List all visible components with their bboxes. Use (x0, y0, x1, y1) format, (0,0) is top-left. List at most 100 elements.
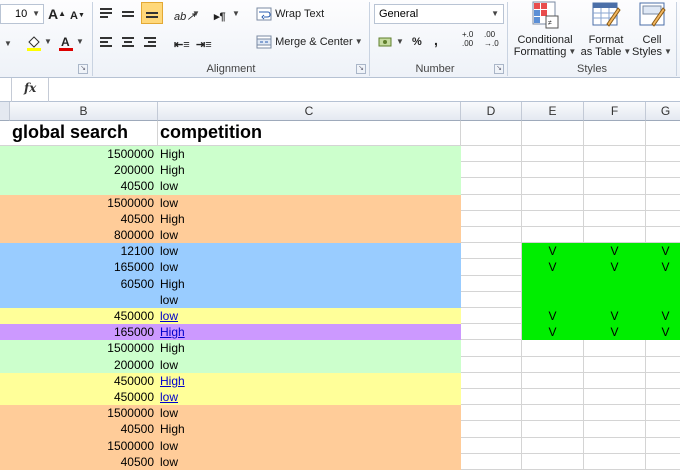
align-center-icon[interactable] (120, 32, 136, 52)
competition-cell[interactable]: low (158, 291, 461, 308)
check-cell-e[interactable] (522, 178, 584, 195)
cell-d[interactable] (461, 340, 522, 357)
global-search-cell[interactable]: 40500 (0, 210, 158, 227)
check-cell-f[interactable]: V (584, 308, 646, 325)
font-size-box[interactable]: 10 ▼ (0, 4, 44, 24)
check-cell-f[interactable] (584, 210, 646, 227)
global-search-cell[interactable]: 40500 (0, 421, 158, 438)
decrease-decimal-button[interactable]: .00 →.0 (484, 30, 499, 50)
competition-cell[interactable]: low (158, 194, 461, 211)
check-cell-e[interactable] (522, 389, 584, 406)
check-cell-g[interactable] (646, 178, 680, 195)
increase-decimal-button[interactable]: +.0 .00 (462, 30, 473, 50)
check-cell-e[interactable] (522, 437, 584, 454)
global-search-cell[interactable]: 450000 (0, 372, 158, 389)
chevron-down-icon[interactable]: ▼ (44, 37, 52, 46)
conditional-formatting-button[interactable]: ≠ Conditional Formatting ▼ (512, 0, 578, 62)
name-box[interactable] (0, 78, 12, 102)
paragraph-direction-button[interactable]: ▸¶ ▼ (214, 4, 240, 24)
global-search-cell[interactable]: 60500 (0, 275, 158, 292)
competition-value[interactable]: low (160, 309, 178, 323)
cell-d[interactable] (461, 291, 522, 308)
cell-styles-button[interactable]: Cell Styles ▼ (632, 0, 672, 62)
competition-cell[interactable]: High (158, 162, 461, 179)
cell-d[interactable] (461, 405, 522, 422)
comma-style-button[interactable]: , (434, 30, 438, 50)
formula-input[interactable] (48, 78, 680, 102)
check-cell-f[interactable] (584, 194, 646, 211)
global-search-cell[interactable]: 1500000 (0, 194, 158, 211)
check-cell-e[interactable]: V (522, 243, 584, 260)
global-search-cell[interactable]: 800000 (0, 227, 158, 244)
cell-d[interactable] (461, 178, 522, 195)
check-cell-e[interactable] (522, 210, 584, 227)
grow-font-icon[interactable]: A▲ (48, 4, 66, 24)
check-cell-g[interactable]: V (646, 324, 680, 341)
check-cell-e[interactable] (522, 162, 584, 179)
competition-value[interactable]: High (160, 325, 185, 339)
check-cell-f[interactable] (584, 405, 646, 422)
check-cell-g[interactable] (646, 275, 680, 292)
check-cell-e[interactable] (522, 405, 584, 422)
cell-e[interactable] (522, 121, 584, 146)
check-cell-g[interactable] (646, 146, 680, 163)
check-cell-f[interactable] (584, 340, 646, 357)
competition-cell[interactable]: low (158, 178, 461, 195)
competition-cell[interactable]: low (158, 405, 461, 422)
check-cell-e[interactable] (522, 356, 584, 373)
increase-indent-icon[interactable]: ⇥≡ (196, 32, 212, 52)
cell-d[interactable] (461, 275, 522, 292)
check-cell-f[interactable] (584, 453, 646, 470)
chevron-down-icon[interactable]: ▼ (76, 37, 84, 46)
check-cell-e[interactable] (522, 340, 584, 357)
decrease-indent-icon[interactable]: ⇤≡ (174, 32, 190, 52)
competition-cell[interactable]: High (158, 210, 461, 227)
header-competition[interactable]: competition (158, 121, 461, 146)
check-cell-f[interactable] (584, 372, 646, 389)
cell-d[interactable] (461, 421, 522, 438)
global-search-cell[interactable]: 1500000 (0, 437, 158, 454)
cell-d[interactable] (461, 259, 522, 276)
check-cell-e[interactable] (522, 146, 584, 163)
check-cell-g[interactable] (646, 373, 680, 389)
check-cell-g[interactable] (646, 438, 680, 454)
shrink-font-icon[interactable]: A▼ (70, 6, 85, 26)
chevron-down-icon[interactable]: ▼ (491, 5, 499, 23)
check-cell-f[interactable] (584, 421, 646, 438)
check-cell-f[interactable] (584, 356, 646, 373)
check-cell-g[interactable] (646, 195, 680, 211)
cell-d[interactable] (461, 243, 522, 260)
global-search-cell[interactable]: 1500000 (0, 405, 158, 422)
global-search-cell[interactable]: 165000 (0, 324, 158, 341)
check-cell-f[interactable] (584, 389, 646, 406)
cell-d[interactable] (461, 146, 522, 163)
align-top-icon[interactable] (98, 4, 114, 24)
global-search-cell[interactable]: 200000 (0, 356, 158, 373)
check-cell-e[interactable]: V (522, 259, 584, 276)
global-search-cell[interactable]: 165000 (0, 259, 158, 276)
global-search-cell[interactable]: 12100 (0, 243, 158, 260)
competition-cell[interactable]: High (158, 146, 461, 163)
percent-style-button[interactable]: % (412, 32, 422, 52)
check-cell-g[interactable] (646, 340, 680, 357)
check-cell-e[interactable] (522, 421, 584, 438)
check-cell-e[interactable]: V (522, 324, 584, 341)
check-cell-g[interactable] (646, 454, 680, 470)
column-header-b[interactable]: B (10, 102, 158, 121)
global-search-cell[interactable]: 200000 (0, 162, 158, 179)
check-cell-e[interactable] (522, 453, 584, 470)
check-cell-f[interactable] (584, 291, 646, 308)
column-header-c[interactable]: C (158, 102, 461, 121)
column-header-d[interactable]: D (461, 102, 522, 121)
check-cell-g[interactable] (646, 389, 680, 406)
insert-function-icon[interactable]: fx (24, 81, 36, 95)
check-cell-g[interactable]: V (646, 243, 680, 260)
cell-d[interactable] (461, 437, 522, 454)
check-cell-f[interactable] (584, 146, 646, 163)
cell-d[interactable] (461, 121, 522, 146)
cell-f[interactable] (584, 121, 646, 146)
font-dialog-launcher-icon[interactable]: ↘ (78, 64, 88, 74)
competition-cell[interactable]: low (158, 227, 461, 244)
check-cell-g[interactable]: V (646, 259, 680, 276)
global-search-cell[interactable]: 40500 (0, 178, 158, 195)
